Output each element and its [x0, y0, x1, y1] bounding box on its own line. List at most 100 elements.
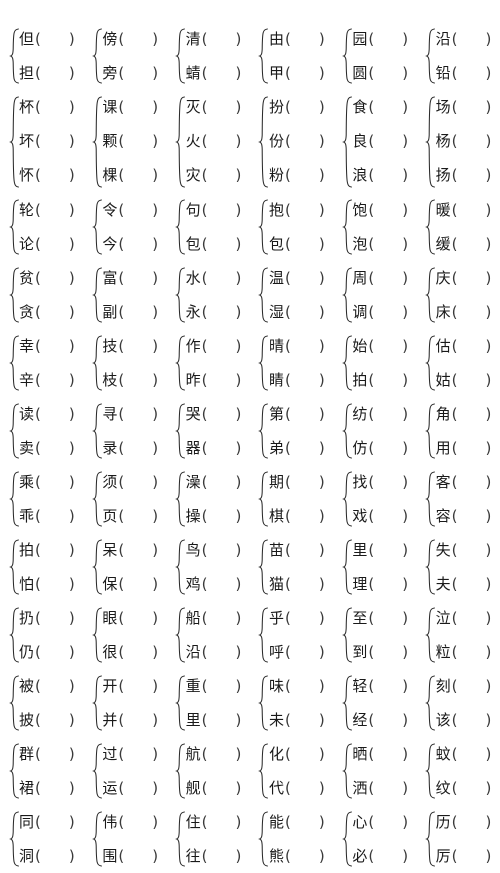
character-lines: 鸟() 鸡() [186, 533, 250, 601]
curly-brace-icon [91, 329, 102, 397]
prompt-character: 暖 [435, 200, 451, 219]
character-group: 由() 甲() [250, 22, 333, 90]
paren-close: ) [402, 472, 409, 491]
curly-brace-icon [425, 193, 436, 261]
paren-close: ) [402, 710, 409, 729]
character-answer-line: 副() [102, 295, 166, 329]
character-lines: 庆() 床() [436, 261, 500, 329]
paren-close: ) [485, 200, 492, 219]
character-lines: 须() 页() [102, 465, 166, 533]
character-group: 轮() 论() [0, 193, 83, 261]
character-answer-line: 页() [102, 499, 166, 533]
character-answer-line: 至() [352, 601, 416, 635]
curly-brace-icon [341, 669, 352, 737]
character-answer-line: 围() [102, 839, 166, 873]
prompt-character: 船 [185, 608, 201, 627]
paren-close: ) [402, 846, 409, 865]
character-lines: 园() 圆() [352, 22, 416, 90]
paren-close: ) [402, 404, 409, 423]
prompt-character: 蜻 [185, 63, 201, 82]
character-answer-line: 包() [186, 227, 250, 261]
character-group: 但() 担() [0, 22, 83, 90]
paren-open: ( [368, 234, 375, 253]
paren-open: ( [368, 370, 375, 389]
character-answer-line: 场() [436, 90, 500, 124]
curly-brace-icon [8, 22, 19, 90]
paren-open: ( [201, 63, 208, 82]
character-answer-line: 今() [102, 227, 166, 261]
paren-close: ) [235, 676, 242, 695]
prompt-character: 周 [352, 268, 368, 287]
prompt-character: 心 [352, 812, 368, 831]
prompt-character: 拍 [19, 540, 35, 559]
paren-close: ) [402, 268, 409, 287]
character-answer-line: 化() [269, 737, 333, 771]
curly-brace-icon [8, 90, 19, 193]
prompt-character: 蚊 [435, 744, 451, 763]
character-answer-line: 灾() [186, 159, 250, 193]
paren-open: ( [35, 97, 41, 116]
character-lines: 读() 卖() [19, 397, 83, 465]
paren-open: ( [201, 438, 208, 457]
paren-close: ) [235, 302, 242, 321]
character-answer-line: 沿() [186, 635, 250, 669]
paren-close: ) [402, 608, 409, 627]
character-answer-line: 泣() [436, 601, 500, 635]
character-lines: 味() 未() [269, 669, 333, 737]
paren-open: ( [118, 438, 125, 457]
character-lines: 令() 今() [102, 193, 166, 261]
character-group: 作() 昨() [167, 329, 250, 397]
curly-brace-icon [425, 397, 436, 465]
paren-open: ( [118, 131, 125, 150]
character-answer-line: 晒() [352, 737, 416, 771]
character-answer-line: 棵() [102, 159, 166, 193]
paren-close: ) [68, 63, 75, 82]
character-answer-line: 杨() [436, 124, 500, 158]
paren-open: ( [35, 438, 41, 457]
character-lines: 失() 夫() [436, 533, 500, 601]
character-lines: 眼() 很() [102, 601, 166, 669]
paren-open: ( [451, 506, 458, 525]
character-answer-line: 份() [269, 124, 333, 158]
curly-brace-icon [175, 737, 186, 805]
paren-open: ( [201, 744, 208, 763]
prompt-character: 经 [352, 710, 368, 729]
character-lines: 开() 并() [102, 669, 166, 737]
paren-open: ( [35, 336, 41, 355]
prompt-character: 须 [102, 472, 118, 491]
prompt-character: 技 [102, 336, 118, 355]
character-lines: 找() 戏() [352, 465, 416, 533]
paren-close: ) [485, 302, 492, 321]
character-answer-line: 熊() [269, 839, 333, 873]
character-answer-line: 纺() [352, 397, 416, 431]
paren-open: ( [201, 812, 208, 831]
prompt-character: 缓 [435, 234, 451, 253]
paren-open: ( [451, 574, 458, 593]
character-group: 历() 厉() [417, 805, 500, 873]
prompt-character: 今 [102, 234, 118, 253]
character-answer-line: 清() [186, 22, 250, 56]
character-answer-line: 旁() [102, 56, 166, 90]
prompt-character: 庆 [435, 268, 451, 287]
paren-close: ) [318, 234, 325, 253]
character-answer-line: 寻() [102, 397, 166, 431]
paren-open: ( [451, 336, 458, 355]
character-group: 眼() 很() [83, 601, 166, 669]
prompt-character: 洒 [352, 778, 368, 797]
character-lines: 第() 弟() [269, 397, 333, 465]
paren-close: ) [152, 97, 159, 116]
character-answer-line: 灭() [186, 90, 250, 124]
character-lines: 扮() 份() 粉() [269, 90, 333, 193]
paren-close: ) [402, 29, 409, 48]
character-group: 轻() 经() [333, 669, 416, 737]
character-lines: 饱() 泡() [352, 193, 416, 261]
character-answer-line: 运() [102, 771, 166, 805]
character-lines: 住() 往() [186, 805, 250, 873]
paren-open: ( [35, 574, 41, 593]
paren-close: ) [235, 472, 242, 491]
paren-close: ) [152, 29, 159, 48]
paren-open: ( [451, 404, 458, 423]
prompt-character: 轻 [352, 676, 368, 695]
character-answer-line: 辛() [19, 363, 83, 397]
paren-open: ( [368, 166, 375, 185]
